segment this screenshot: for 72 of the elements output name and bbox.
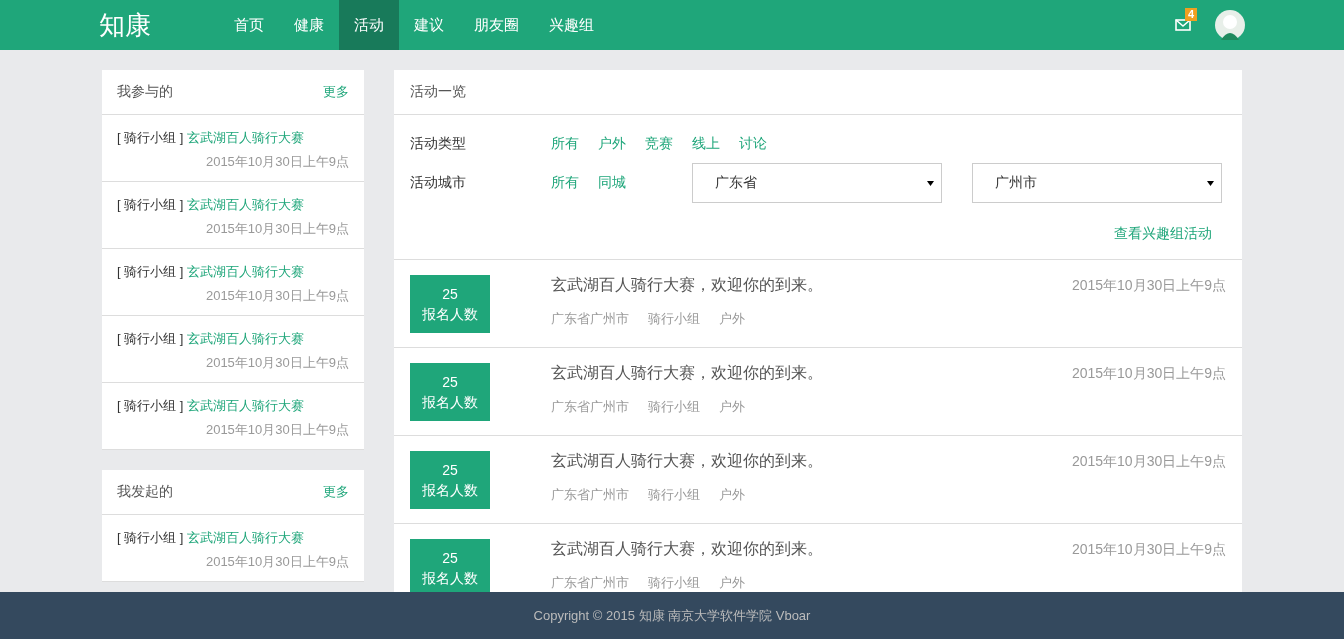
activity-time: 2015年10月30日上午9点 xyxy=(205,554,349,569)
filter-option[interactable]: 竞赛 xyxy=(645,135,673,153)
province-select[interactable]: 广东省 xyxy=(692,163,942,203)
activity-tag: 广东省广州市 xyxy=(551,486,629,504)
signup-count-badge: 25 报名人数 xyxy=(410,539,490,592)
signup-count-badge: 25 报名人数 xyxy=(410,363,490,421)
more-link[interactable]: 更多 xyxy=(323,83,349,101)
activity-title[interactable]: 玄武湖百人骑行大赛，欢迎你的到来。 xyxy=(551,539,823,560)
caret-icon xyxy=(927,181,934,186)
mail-badge: 4 xyxy=(1185,8,1198,21)
activity-tag: 广东省广州市 xyxy=(551,574,629,592)
activity-time: 2015年10月30日上午9点 xyxy=(1071,276,1226,295)
group-label: [ 骑行小组 ] xyxy=(117,196,184,214)
nav-tab[interactable]: 朋友圈 xyxy=(459,0,534,50)
activity-time: 2015年10月30日上午9点 xyxy=(1071,540,1226,559)
filter-option[interactable]: 讨论 xyxy=(739,135,767,153)
activity-link[interactable]: 玄武湖百人骑行大赛 xyxy=(187,129,305,147)
activity-tag: 户外 xyxy=(719,310,745,328)
group-label: [ 骑行小组 ] xyxy=(117,129,184,147)
activity-time: 2015年10月30日上午9点 xyxy=(1071,452,1226,471)
caret-icon xyxy=(1207,181,1214,186)
nav-tab[interactable]: 兴趣组 xyxy=(534,0,609,50)
filter-option[interactable]: 所有 xyxy=(551,174,579,192)
group-activities-link[interactable]: 查看兴趣组活动 xyxy=(1114,225,1212,243)
card-title: 我参与的 xyxy=(117,83,173,101)
activity-link[interactable]: 玄武湖百人骑行大赛 xyxy=(187,196,305,214)
copyright-text: Copyright © 2015 知康 南京大学软件学院 Vboar xyxy=(533,606,811,625)
activity-tag: 户外 xyxy=(719,574,745,592)
panel-title: 活动一览 xyxy=(410,83,466,101)
activity-time: 2015年10月30日上午9点 xyxy=(1071,364,1226,383)
activity-tag: 户外 xyxy=(719,398,745,416)
group-label: [ 骑行小组 ] xyxy=(117,330,184,348)
avatar[interactable] xyxy=(1215,10,1245,40)
activity-title[interactable]: 玄武湖百人骑行大赛，欢迎你的到来。 xyxy=(551,363,823,384)
activity-tag: 骑行小组 xyxy=(648,486,700,504)
activity-time: 2015年10月30日上午9点 xyxy=(205,288,349,303)
activity-title[interactable]: 玄武湖百人骑行大赛，欢迎你的到来。 xyxy=(551,275,823,296)
nav-tab[interactable]: 首页 xyxy=(219,0,279,50)
activity-link[interactable]: 玄武湖百人骑行大赛 xyxy=(187,330,305,348)
activity-link[interactable]: 玄武湖百人骑行大赛 xyxy=(187,397,305,415)
group-label: [ 骑行小组 ] xyxy=(117,263,184,281)
activity-tag: 广东省广州市 xyxy=(551,398,629,416)
nav-tab[interactable]: 建议 xyxy=(399,0,459,50)
logo[interactable]: 知康 xyxy=(99,7,219,43)
activity-time: 2015年10月30日上午9点 xyxy=(205,154,349,169)
filter-label: 活动城市 xyxy=(410,174,467,192)
signup-count-badge: 25 报名人数 xyxy=(410,275,490,333)
city-select[interactable]: 广州市 xyxy=(972,163,1222,203)
nav-tab[interactable]: 活动 xyxy=(339,0,399,50)
group-label: [ 骑行小组 ] xyxy=(117,529,184,547)
card-title: 我发起的 xyxy=(117,483,173,501)
activity-time: 2015年10月30日上午9点 xyxy=(205,221,349,236)
activity-title[interactable]: 玄武湖百人骑行大赛，欢迎你的到来。 xyxy=(551,451,823,472)
activity-tag: 骑行小组 xyxy=(648,310,700,328)
activity-tag: 广东省广州市 xyxy=(551,310,629,328)
filter-option[interactable]: 线上 xyxy=(692,135,720,153)
activity-link[interactable]: 玄武湖百人骑行大赛 xyxy=(187,529,305,547)
group-label: [ 骑行小组 ] xyxy=(117,397,184,415)
activity-time: 2015年10月30日上午9点 xyxy=(205,422,349,437)
filter-option[interactable]: 所有 xyxy=(551,135,579,153)
activity-time: 2015年10月30日上午9点 xyxy=(205,355,349,370)
activity-tag: 骑行小组 xyxy=(648,398,700,416)
activity-tag: 户外 xyxy=(719,486,745,504)
nav-tab[interactable]: 健康 xyxy=(279,0,339,50)
more-link[interactable]: 更多 xyxy=(323,483,349,501)
mail-icon[interactable] xyxy=(1175,19,1191,31)
activity-link[interactable]: 玄武湖百人骑行大赛 xyxy=(187,263,305,281)
activity-tag: 骑行小组 xyxy=(648,574,700,592)
signup-count-badge: 25 报名人数 xyxy=(410,451,490,509)
filter-option[interactable]: 同城 xyxy=(598,174,626,192)
filter-option[interactable]: 户外 xyxy=(598,135,626,153)
filter-label: 活动类型 xyxy=(410,135,467,153)
